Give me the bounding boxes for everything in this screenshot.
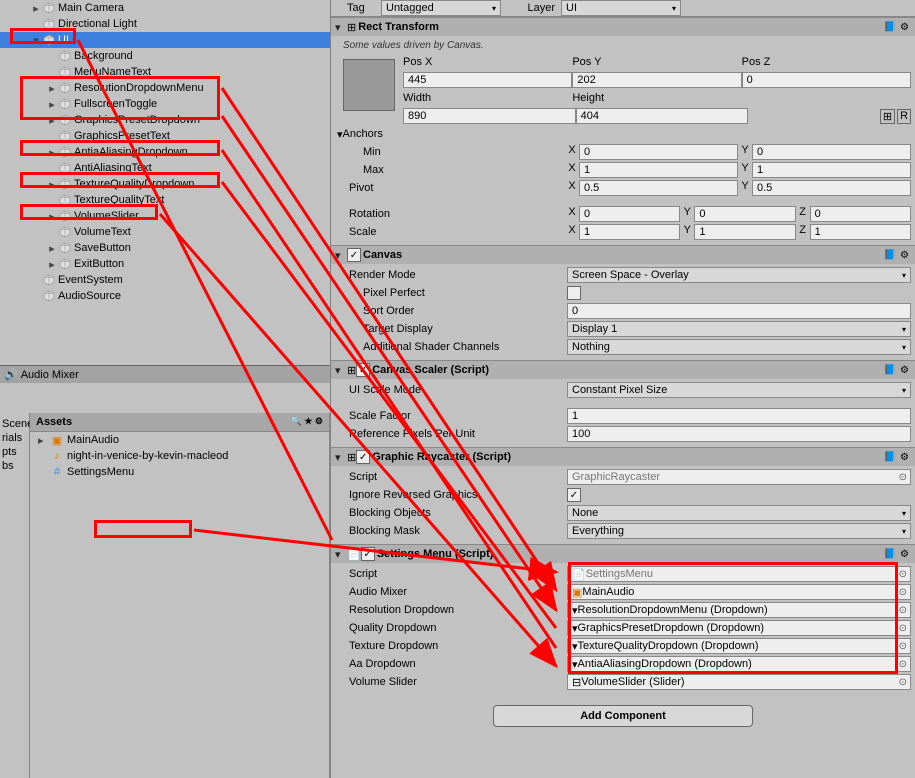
audio-mixer-field[interactable]: ▣ MainAudio [567, 584, 911, 600]
audiomixer-tabbar: 🔊 Audio Mixer [0, 365, 330, 383]
width-field[interactable]: 890 [403, 108, 576, 124]
audiomixer-tab[interactable]: Audio Mixer [21, 369, 79, 381]
assets-search-icon[interactable]: 🔍 ★ ⚙ [291, 416, 323, 428]
hierarchy-item[interactable]: ▸TextureQualityDropdown [0, 176, 330, 192]
posx-field[interactable]: 445 [403, 72, 572, 88]
hierarchy-item[interactable]: MenuNameText [0, 64, 330, 80]
shader-channels-dropdown[interactable]: Nothing [567, 339, 911, 355]
rect-note: Some values driven by Canvas. [335, 38, 911, 53]
help-icon[interactable]: 📘 [882, 22, 898, 33]
settings-menu-header[interactable]: ▾📄✓Settings Menu (Script)📘⚙ [331, 545, 915, 563]
hierarchy-item[interactable]: TextureQualityText [0, 192, 330, 208]
blocking-mask-dropdown[interactable]: Everything [567, 523, 911, 539]
tag-dropdown[interactable]: Untagged [381, 0, 501, 16]
raycaster-script-field: GraphicRaycaster [567, 469, 911, 485]
pixel-perfect-checkbox[interactable] [567, 286, 581, 300]
posz-field[interactable]: 0 [742, 72, 911, 88]
anchor-preset[interactable] [343, 59, 395, 111]
canvas-header[interactable]: ▾✓Canvas📘⚙ [331, 246, 915, 264]
blocking-objects-dropdown[interactable]: None [567, 505, 911, 521]
hierarchy-item[interactable]: ▸FullscreenToggle [0, 96, 330, 112]
volume-slider-field[interactable]: ⊟ VolumeSlider (Slider) [567, 674, 911, 690]
hierarchy-item[interactable]: VolumeText [0, 224, 330, 240]
assets-header: Assets [36, 416, 72, 428]
canvas-scaler-header[interactable]: ▾⊞✓Canvas Scaler (Script)📘⚙ [331, 361, 915, 379]
height-field[interactable]: 404 [576, 108, 749, 124]
anchors-label[interactable]: Anchors [343, 128, 383, 140]
target-display-dropdown[interactable]: Display 1 [567, 321, 911, 337]
hierarchy-item[interactable]: ▸ExitButton [0, 256, 330, 272]
render-mode-dropdown[interactable]: Screen Space - Overlay [567, 267, 911, 283]
resolution-dropdown-field[interactable]: ▾ ResolutionDropdownMenu (Dropdown) [567, 602, 911, 618]
gear-icon[interactable]: ⚙ [898, 22, 911, 33]
hierarchy-item[interactable]: AudioSource [0, 288, 330, 304]
posy-field[interactable]: 202 [572, 72, 741, 88]
hierarchy-item[interactable]: ▸Main Camera [0, 0, 330, 16]
canvas-enable[interactable]: ✓ [347, 248, 361, 262]
layer-dropdown[interactable]: UI [561, 0, 681, 16]
tag-label: Tag [335, 2, 375, 14]
hierarchy-item[interactable]: EventSystem [0, 272, 330, 288]
sort-order-field[interactable]: 0 [567, 303, 911, 319]
texture-dropdown-field[interactable]: ▾ TextureQualityDropdown (Dropdown) [567, 638, 911, 654]
hierarchy-panel[interactable]: ▸Main CameraDirectional Light▾UIBackgrou… [0, 0, 330, 365]
folder-row[interactable]: rials [2, 431, 27, 445]
hierarchy-item[interactable]: Background [0, 48, 330, 64]
ref-pixels-field[interactable]: 100 [567, 426, 911, 442]
quality-dropdown-field[interactable]: ▾ GraphicsPresetDropdown (Dropdown) [567, 620, 911, 636]
folder-row[interactable]: Scenes [2, 417, 27, 431]
hierarchy-item[interactable]: AntiAliasingText [0, 160, 330, 176]
asset-row[interactable]: ♪night-in-venice-by-kevin-macleod [30, 448, 329, 464]
hierarchy-item[interactable]: ▾UI [0, 32, 330, 48]
hierarchy-item[interactable]: ▸SaveButton [0, 240, 330, 256]
add-component-button[interactable]: Add Component [493, 705, 753, 727]
ui-scale-mode-dropdown[interactable]: Constant Pixel Size [567, 382, 911, 398]
aa-dropdown-field[interactable]: ▾ AntiaAliasingDropdown (Dropdown) [567, 656, 911, 672]
graphic-raycaster-header[interactable]: ▾⊞✓Graphic Raycaster (Script)📘⚙ [331, 448, 915, 466]
hierarchy-item[interactable]: ▸VolumeSlider [0, 208, 330, 224]
asset-row[interactable]: #SettingsMenu [30, 464, 329, 480]
folder-row[interactable]: pts [2, 445, 27, 459]
hierarchy-item[interactable]: Directional Light [0, 16, 330, 32]
hierarchy-item[interactable]: GraphicsPresetText [0, 128, 330, 144]
ignore-reversed-checkbox[interactable]: ✓ [567, 488, 581, 502]
layer-label: Layer [507, 2, 555, 14]
asset-row[interactable]: ▸▣MainAudio [30, 432, 329, 448]
hierarchy-item[interactable]: ▸GraphicsPresetDropdown [0, 112, 330, 128]
script-field: 📄 SettingsMenu [567, 566, 911, 582]
project-panel: Scenesrialsptsbs Assets 🔍 ★ ⚙ ▸▣MainAudi… [0, 413, 330, 778]
scale-factor-field[interactable]: 1 [567, 408, 911, 424]
folder-row[interactable]: bs [2, 459, 27, 473]
hierarchy-item[interactable]: ▸ResolutionDropdownMenu [0, 80, 330, 96]
hierarchy-item[interactable]: ▸AntiaAliasingDropdown [0, 144, 330, 160]
project-folders[interactable]: Scenesrialsptsbs [0, 413, 30, 778]
rect-transform-header[interactable]: ▾ ⊞ Rect Transform 📘 ⚙ [331, 18, 915, 36]
